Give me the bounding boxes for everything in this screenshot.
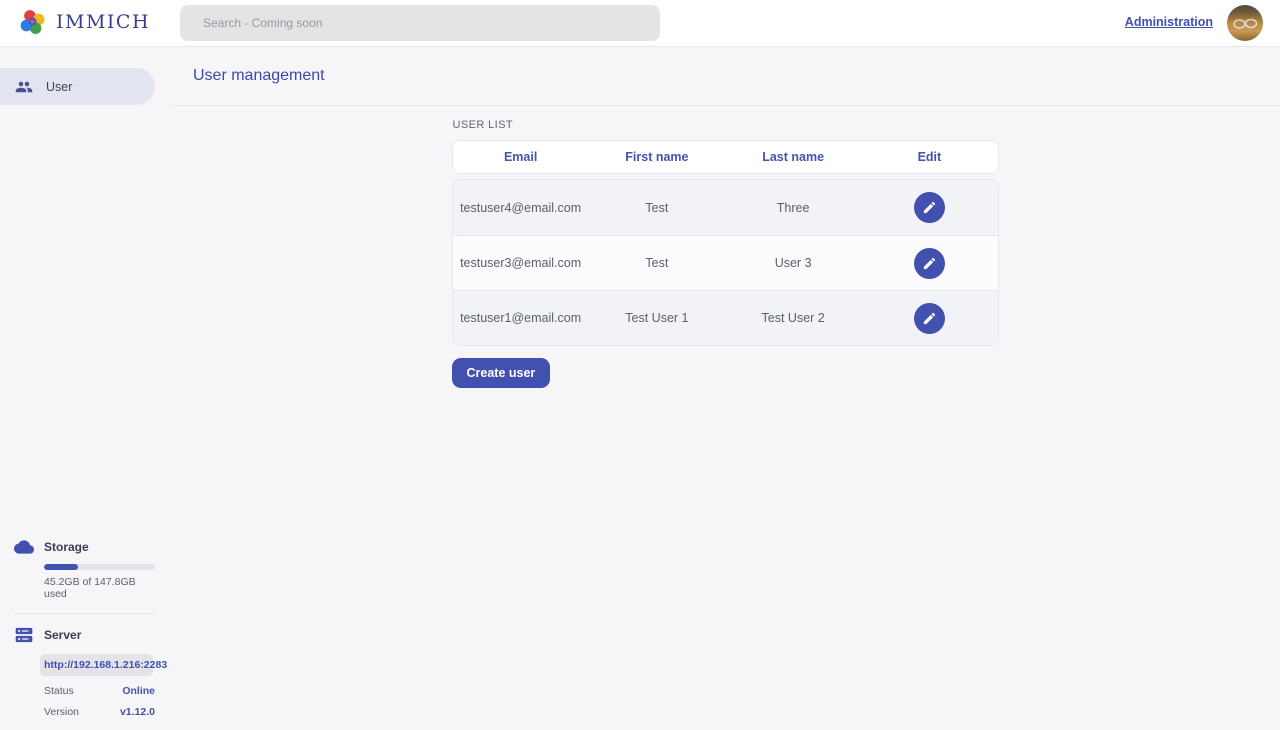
search-bar[interactable] <box>180 5 660 41</box>
status-label: Status <box>44 685 74 697</box>
version-label: Version <box>44 706 79 718</box>
main-area: User management USER LIST Email First na… <box>170 47 1280 730</box>
search-input[interactable] <box>180 5 660 41</box>
cell-email: testuser1@email.com <box>453 311 589 325</box>
storage-progress-bar <box>44 564 155 570</box>
cell-email: testuser4@email.com <box>453 201 589 215</box>
edit-user-button[interactable] <box>914 192 945 223</box>
cell-first-name: Test <box>589 256 725 270</box>
storage-progress-fill <box>44 564 78 570</box>
table-row: testuser3@email.com Test User 3 <box>453 235 998 290</box>
avatar-glasses-icon <box>1227 5 1263 41</box>
user-table-body: testuser4@email.com Test Three testuser3… <box>452 179 999 346</box>
server-url-chip: http://192.168.1.216:2283 <box>40 654 153 676</box>
server-header: Server <box>14 625 155 645</box>
table-row: testuser1@email.com Test User 1 Test Use… <box>453 290 998 345</box>
sidebar-item-user[interactable]: User <box>0 68 155 105</box>
server-status-row: Status Online <box>44 685 155 697</box>
cell-last-name: User 3 <box>725 256 861 270</box>
storage-title: Storage <box>44 540 89 554</box>
column-header-email: Email <box>453 150 589 164</box>
immich-flower-logo-icon <box>19 8 47 36</box>
sidebar-status-panel: Storage 45.2GB of 147.8GB used Server ht… <box>0 537 170 718</box>
storage-header: Storage <box>14 537 155 557</box>
brand-wordmark: IMMICH <box>56 11 150 33</box>
sidebar-divider <box>14 613 155 614</box>
cell-edit <box>861 192 997 223</box>
cell-email: testuser3@email.com <box>453 256 589 270</box>
page-title: User management <box>193 67 325 85</box>
edit-user-button[interactable] <box>914 303 945 334</box>
top-bar: IMMICH Administration <box>0 0 1280 47</box>
sidebar-item-label: User <box>46 80 72 94</box>
pencil-icon <box>922 311 937 326</box>
cell-last-name: Three <box>725 201 861 215</box>
table-row: testuser4@email.com Test Three <box>453 180 998 235</box>
pencil-icon <box>922 256 937 271</box>
sidebar: User Storage 45.2GB of 147.8GB used <box>0 47 170 730</box>
cell-first-name: Test User 1 <box>589 311 725 325</box>
server-title: Server <box>44 628 81 642</box>
status-value: Online <box>122 685 155 697</box>
user-avatar[interactable] <box>1227 5 1263 41</box>
cell-first-name: Test <box>589 201 725 215</box>
storage-usage-text: 45.2GB of 147.8GB used <box>44 576 155 600</box>
cloud-icon <box>14 537 34 557</box>
column-header-edit: Edit <box>861 150 997 164</box>
brand[interactable]: IMMICH <box>19 8 150 36</box>
administration-link[interactable]: Administration <box>1125 15 1213 29</box>
table-header: Email First name Last name Edit <box>452 140 999 174</box>
server-version-row: Version v1.12.0 <box>44 706 155 718</box>
user-list-section: USER LIST Email First name Last name Edi… <box>452 119 999 388</box>
cell-last-name: Test User 2 <box>725 311 861 325</box>
page-title-bar: User management <box>170 47 1280 106</box>
column-header-last-name: Last name <box>725 150 861 164</box>
version-value: v1.12.0 <box>120 706 155 718</box>
edit-user-button[interactable] <box>914 248 945 279</box>
server-icon <box>14 625 34 645</box>
cell-edit <box>861 303 997 334</box>
people-icon <box>15 78 33 96</box>
column-header-first-name: First name <box>589 150 725 164</box>
create-user-button[interactable]: Create user <box>452 358 551 388</box>
pencil-icon <box>922 200 937 215</box>
section-label: USER LIST <box>453 119 999 131</box>
cell-edit <box>861 248 997 279</box>
